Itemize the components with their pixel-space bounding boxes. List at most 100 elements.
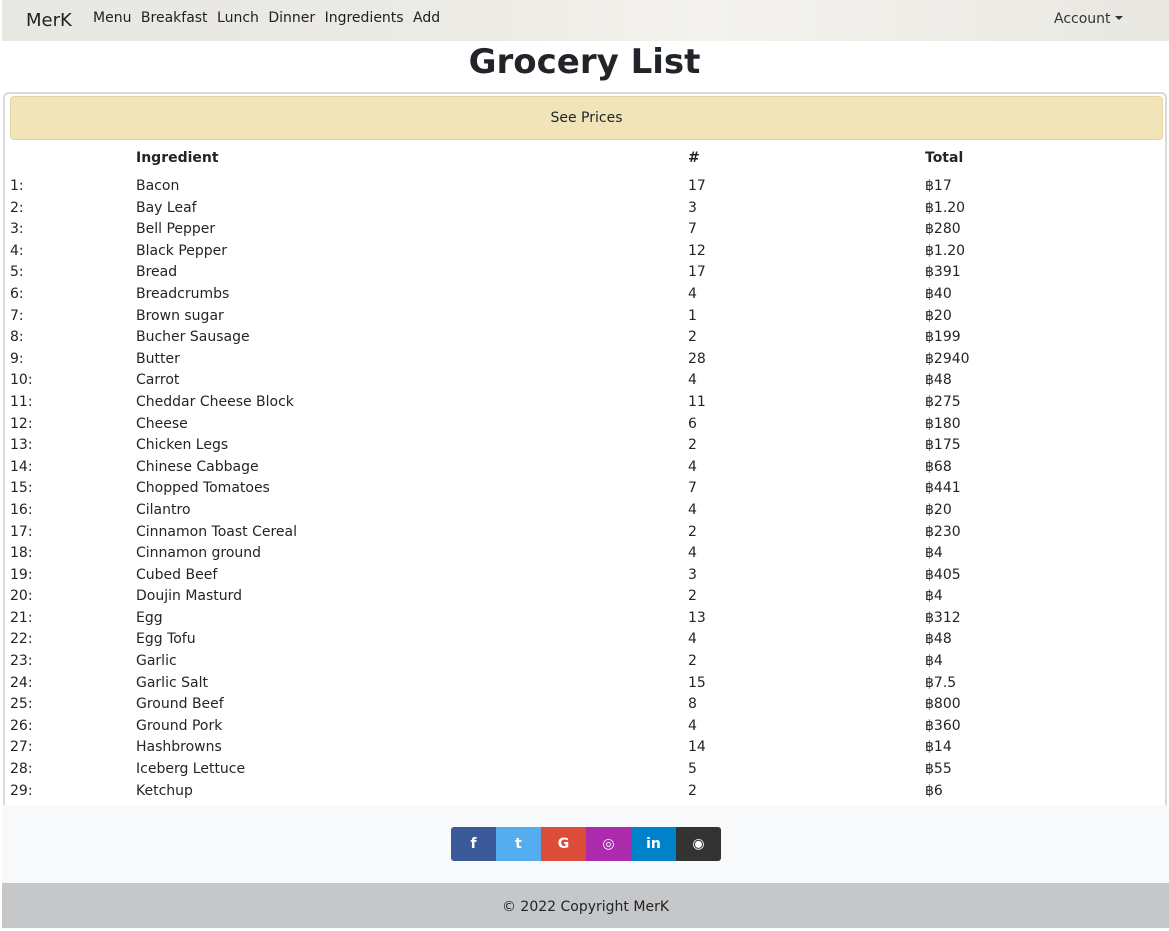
row-index: 17: <box>10 523 33 540</box>
nav-item-ingredients[interactable]: Ingredients <box>325 10 404 26</box>
linkedin-button[interactable]: in <box>631 827 676 861</box>
row-index: 12: <box>10 415 33 432</box>
ingredient-name: Black Pepper <box>136 242 228 259</box>
table-row: 21: Egg 13 ฿312 <box>10 608 1155 630</box>
table-row: 27: Hashbrowns 14 ฿14 <box>10 737 1155 759</box>
total-price: ฿20 <box>925 307 952 324</box>
social-footer: f t G ◎ in ◉ <box>2 805 1169 883</box>
ingredient-name: Bay Leaf <box>136 199 197 216</box>
quantity: 1 <box>688 307 697 324</box>
ingredient-name: Chinese Cabbage <box>136 458 259 475</box>
table-row: 18: Cinnamon ground 4 ฿4 <box>10 543 1155 565</box>
total-price: ฿180 <box>925 415 961 432</box>
row-index: 5: <box>10 264 24 281</box>
table-row: 8: Bucher Sausage 2 ฿199 <box>10 327 1155 349</box>
nav-links: Menu Breakfast Lunch Dinner Ingredients … <box>93 10 445 26</box>
facebook-button[interactable]: f <box>451 827 496 861</box>
quantity: 4 <box>688 372 697 389</box>
ingredient-name: Butter <box>136 350 180 367</box>
ingredient-name: Iceberg Lettuce <box>136 761 246 778</box>
ingredient-name: Bell Pepper <box>136 221 216 238</box>
total-price: ฿230 <box>925 523 961 540</box>
google-icon: G <box>557 836 570 852</box>
navbar: MerK Menu Breakfast Lunch Dinner Ingredi… <box>2 0 1169 41</box>
table-row: 28: Iceberg Lettuce 5 ฿55 <box>10 759 1155 781</box>
row-index: 13: <box>10 437 33 454</box>
quantity: 2 <box>688 588 697 605</box>
header-index <box>10 146 136 176</box>
ingredient-name: Garlic Salt <box>136 674 208 691</box>
nav-item-menu[interactable]: Menu <box>93 10 131 26</box>
ingredient-name: Egg <box>136 609 163 626</box>
total-price: ฿48 <box>925 372 952 389</box>
ingredient-name: Cubed Beef <box>136 566 218 583</box>
total-price: ฿55 <box>925 761 952 778</box>
table-row: 24: Garlic Salt 15 ฿7.5 <box>10 673 1155 695</box>
table-row: 3: Bell Pepper 7 ฿280 <box>10 219 1155 241</box>
row-index: 22: <box>10 631 33 648</box>
table-row: 14: Chinese Cabbage 4 ฿68 <box>10 457 1155 479</box>
table-row: 9: Butter 28 ฿2940 <box>10 349 1155 371</box>
google-button[interactable]: G <box>541 827 586 861</box>
instagram-icon: ◎ <box>602 836 615 852</box>
total-price: ฿6 <box>925 782 943 799</box>
row-index: 19: <box>10 566 33 583</box>
total-price: ฿14 <box>925 739 952 756</box>
total-price: ฿20 <box>925 501 952 518</box>
row-index: 3: <box>10 221 24 238</box>
instagram-button[interactable]: ◎ <box>586 827 631 861</box>
quantity: 4 <box>688 545 697 562</box>
table-row: 17: Cinnamon Toast Cereal 2 ฿230 <box>10 522 1155 544</box>
table-header-row: Ingredient # Total <box>10 146 1155 176</box>
nav-item-dinner[interactable]: Dinner <box>268 10 315 26</box>
row-index: 27: <box>10 739 33 756</box>
nav-item-lunch[interactable]: Lunch <box>217 10 259 26</box>
ingredient-name: Ground Pork <box>136 717 223 734</box>
total-price: ฿1.20 <box>925 199 966 216</box>
quantity: 2 <box>688 523 697 540</box>
row-index: 28: <box>10 761 33 778</box>
table-row: 12: Cheese 6 ฿180 <box>10 414 1155 436</box>
quantity: 4 <box>688 458 697 475</box>
quantity: 4 <box>688 631 697 648</box>
row-index: 4: <box>10 242 24 259</box>
twitter-button[interactable]: t <box>496 827 541 861</box>
header-ingredient: Ingredient <box>136 150 219 166</box>
total-price: ฿40 <box>925 285 952 302</box>
row-index: 11: <box>10 393 33 410</box>
brand-link[interactable]: MerK <box>26 10 72 31</box>
quantity: 2 <box>688 782 697 799</box>
ingredient-name: Chopped Tomatoes <box>136 480 270 497</box>
row-index: 8: <box>10 329 24 346</box>
nav-item-breakfast[interactable]: Breakfast <box>141 10 208 26</box>
row-index: 20: <box>10 588 33 605</box>
total-price: ฿4 <box>925 653 943 670</box>
table-row: 5: Bread 17 ฿391 <box>10 262 1155 284</box>
ingredient-name: Bread <box>136 264 178 281</box>
ingredient-name: Ground Beef <box>136 696 224 713</box>
row-index: 2: <box>10 199 24 216</box>
account-label: Account <box>1054 11 1111 27</box>
github-button[interactable]: ◉ <box>676 827 721 861</box>
table-body: 1: Bacon 17 ฿17 2: Bay Leaf 3 ฿1.20 3: Bell Peppe… <box>10 176 1155 802</box>
nav-item-add[interactable]: Add <box>413 10 440 26</box>
see-prices-button[interactable]: See Prices <box>10 96 1163 140</box>
grocery-table: Ingredient # Total 1: Bacon 17 ฿17 2: Bay Lea… <box>10 146 1155 802</box>
copyright-text: © 2022 Copyright <box>501 899 634 915</box>
ingredient-name: Egg Tofu <box>136 631 196 648</box>
copyright-brand-link[interactable]: MerK <box>633 899 669 915</box>
twitter-icon: t <box>515 836 522 852</box>
ingredient-name: Bucher Sausage <box>136 329 250 346</box>
table-row: 29: Ketchup 2 ฿6 <box>10 781 1155 803</box>
total-price: ฿1.20 <box>925 242 966 259</box>
quantity: 4 <box>688 717 697 734</box>
row-index: 14: <box>10 458 33 475</box>
total-price: ฿360 <box>925 717 961 734</box>
total-price: ฿441 <box>925 480 961 497</box>
ingredient-name: Cheese <box>136 415 188 432</box>
total-price: ฿7.5 <box>925 674 957 691</box>
table-row: 4: Black Pepper 12 ฿1.20 <box>10 241 1155 263</box>
table-row: 22: Egg Tofu 4 ฿48 <box>10 629 1155 651</box>
total-price: ฿175 <box>925 437 961 454</box>
account-dropdown[interactable]: Account <box>1054 11 1123 27</box>
